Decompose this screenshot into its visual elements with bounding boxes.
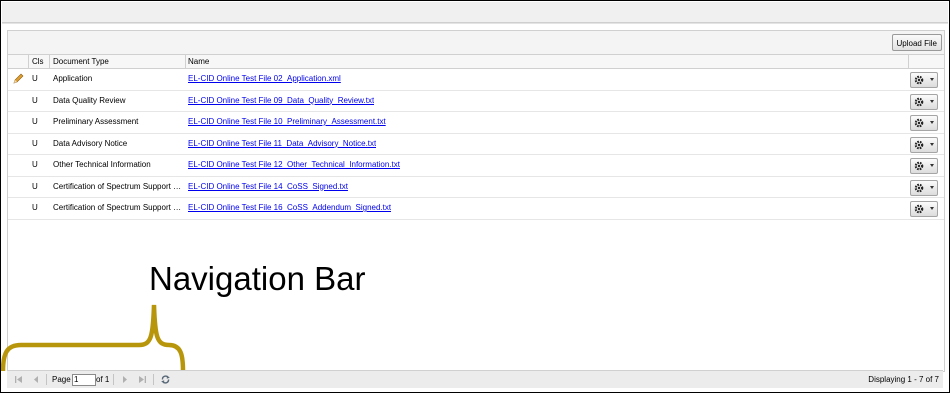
prev-page-icon[interactable] <box>32 375 41 384</box>
chevron-down-icon <box>930 164 934 167</box>
cls-cell: U <box>32 74 38 83</box>
page-number-input[interactable]: 1 <box>72 374 96 386</box>
file-link[interactable]: EL-CID Online Test File 12_Other_Technic… <box>188 155 400 175</box>
page-count-label: of 1 <box>96 375 110 384</box>
document-type-cell: Certification of Spectrum Support (Si... <box>53 181 183 191</box>
cls-cell: U <box>32 160 38 169</box>
row-actions-button[interactable] <box>910 201 938 217</box>
document-type-cell: Application <box>53 74 93 83</box>
cls-cell: U <box>32 203 38 212</box>
upload-file-button[interactable]: Upload File <box>891 34 942 51</box>
cls-cell: U <box>32 138 38 148</box>
table-row[interactable]: U Application EL-CID Online Test File 02… <box>8 69 944 91</box>
displaying-count: Displaying 1 - 7 of 7 <box>868 375 939 384</box>
grid-header: Cls Document Type Name <box>8 54 944 69</box>
gear-icon <box>914 140 924 149</box>
divider <box>113 374 114 385</box>
gear-icon <box>914 97 924 106</box>
gear-icon <box>914 161 924 171</box>
navigation-bar-callout-label: Navigation Bar <box>149 260 366 297</box>
divider <box>153 374 154 385</box>
first-page-icon[interactable] <box>14 375 23 384</box>
chevron-down-icon <box>930 207 934 210</box>
column-divider <box>185 55 186 68</box>
divider <box>46 374 47 385</box>
document-type-cell: Data Advisory Notice <box>53 138 128 148</box>
grid-toolbar: Upload File <box>8 31 944 54</box>
row-actions-button[interactable] <box>910 72 938 88</box>
callout-bracket <box>1 304 186 372</box>
last-page-icon[interactable] <box>138 375 147 384</box>
window: Upload File Cls Document Type Name U App… <box>0 0 950 393</box>
next-page-icon[interactable] <box>120 375 129 384</box>
file-link[interactable]: EL-CID Online Test File 16_CoSS_Addendum… <box>188 198 391 218</box>
table-row[interactable]: U Data Quality Review EL-CID Online Test… <box>8 91 944 112</box>
document-type-cell: Preliminary Assessment <box>53 117 139 126</box>
column-header-cls[interactable]: Cls <box>32 55 44 68</box>
cls-cell: U <box>32 181 38 191</box>
table-row[interactable]: U Other Technical Information EL-CID Onl… <box>8 155 944 177</box>
row-actions-button[interactable] <box>910 115 938 131</box>
column-header-name[interactable]: Name <box>188 55 209 68</box>
file-link[interactable]: EL-CID Online Test File 09_Data_Quality_… <box>188 91 374 111</box>
column-divider <box>908 55 909 68</box>
document-type-cell: Other Technical Information <box>53 160 151 169</box>
file-link[interactable]: EL-CID Online Test File 14_CoSS_Signed.t… <box>188 177 348 197</box>
document-type-cell: Certification of Spectrum Support - ... <box>53 203 183 212</box>
row-actions-button[interactable] <box>910 179 938 196</box>
file-link[interactable]: EL-CID Online Test File 10_Preliminary_A… <box>188 112 386 132</box>
chevron-down-icon <box>930 185 934 189</box>
chevron-down-icon <box>930 121 934 124</box>
file-link[interactable]: EL-CID Online Test File 02_Application.x… <box>188 69 341 89</box>
documents-grid: Cls Document Type Name U Application EL-… <box>8 54 944 220</box>
table-row[interactable]: U Data Advisory Notice EL-CID Online Tes… <box>8 134 944 155</box>
divider <box>2 23 948 24</box>
document-type-cell: Data Quality Review <box>53 95 126 105</box>
navigation-bar: Page 1 of 1 Displaying 1 - 7 of 7 <box>7 370 943 388</box>
column-divider <box>28 55 29 68</box>
table-row[interactable]: U Preliminary Assessment EL-CID Online T… <box>8 112 944 134</box>
gear-icon <box>914 204 924 214</box>
refresh-icon[interactable] <box>160 374 171 385</box>
chevron-down-icon <box>930 142 934 146</box>
file-link[interactable]: EL-CID Online Test File 11_Data_Advisory… <box>188 134 376 154</box>
cls-cell: U <box>32 95 38 105</box>
page-label: Page <box>52 375 71 384</box>
row-actions-button[interactable] <box>910 136 938 153</box>
column-header-document-type[interactable]: Document Type <box>53 55 109 68</box>
row-actions-button[interactable] <box>910 158 938 174</box>
chevron-down-icon <box>930 99 934 103</box>
table-row[interactable]: U Certification of Spectrum Support - ..… <box>8 198 944 220</box>
row-actions-button[interactable] <box>910 93 938 110</box>
pencil-icon[interactable] <box>13 73 24 84</box>
cls-cell: U <box>32 117 38 126</box>
gear-icon <box>914 118 924 128</box>
top-bar <box>2 2 948 23</box>
gear-icon <box>914 183 924 192</box>
chevron-down-icon <box>930 78 934 81</box>
column-divider <box>49 55 50 68</box>
table-row[interactable]: U Certification of Spectrum Support (Si.… <box>8 177 944 198</box>
gear-icon <box>914 75 924 85</box>
